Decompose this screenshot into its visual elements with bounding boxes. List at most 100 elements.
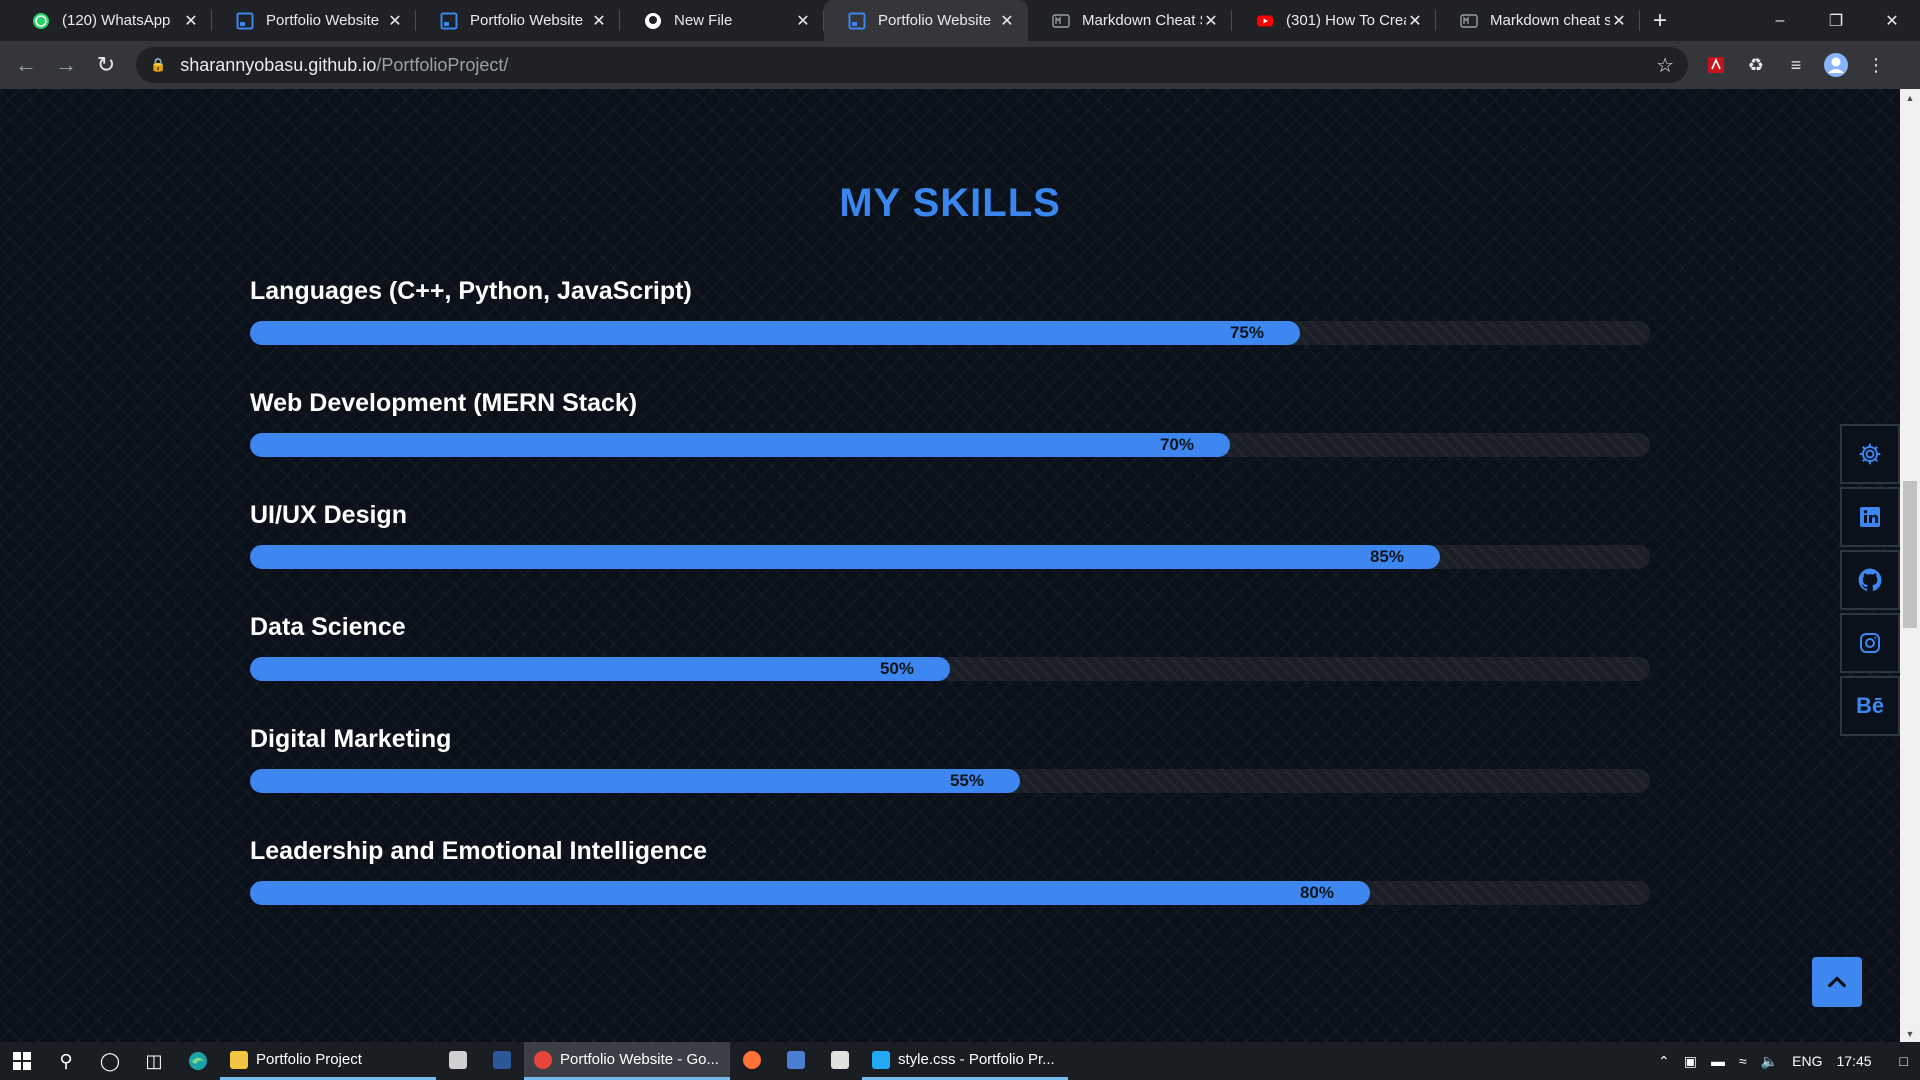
windows-start-icon[interactable]: [0, 1042, 44, 1080]
scroll-down-arrow-icon[interactable]: ▼: [1900, 1025, 1920, 1042]
browser-tab[interactable]: (120) WhatsApp ✕: [8, 0, 212, 41]
page-scrollbar[interactable]: ▲ ▼: [1900, 89, 1920, 1042]
taskbar-app-label: Portfolio Website - Go...: [560, 1051, 719, 1068]
browser-tab[interactable]: New File ✕: [620, 0, 824, 41]
close-window-button[interactable]: ✕: [1864, 0, 1920, 41]
forward-button[interactable]: →: [46, 45, 86, 85]
clock[interactable]: 17:45: [1836, 1053, 1871, 1069]
window-controls: – ❐ ✕: [1752, 0, 1920, 41]
tab-title: Portfolio Website: [470, 12, 584, 29]
app-icon: [787, 1050, 805, 1069]
browser-tab[interactable]: Portfolio Website ✕: [416, 0, 620, 41]
taskbar-app[interactable]: [480, 1042, 524, 1080]
social-sidebar: Bē: [1840, 424, 1900, 739]
skill-label: Leadership and Emotional Intelligence: [250, 837, 708, 865]
back-button[interactable]: ←: [6, 45, 46, 85]
skill-item: Leadership and Emotional Intelligence 80%: [250, 835, 1650, 905]
media-control-icon[interactable]: ≡: [1776, 45, 1816, 85]
close-tab-icon[interactable]: ✕: [1406, 11, 1424, 31]
markdown-icon: [1052, 12, 1070, 30]
page-content: MY SKILLS Languages (C++, Python, JavaSc…: [0, 89, 1900, 1042]
behance-button[interactable]: Bē: [1840, 676, 1900, 736]
tab-list: (120) WhatsApp ✕ Portfolio Website ✕ Portfol…: [8, 0, 1640, 41]
lock-icon: 🔒: [150, 57, 167, 72]
close-tab-icon[interactable]: ✕: [590, 11, 608, 31]
skill-percent: 70%: [1159, 435, 1194, 454]
close-tab-icon[interactable]: ✕: [794, 11, 812, 31]
language-indicator[interactable]: ENG: [1792, 1053, 1822, 1069]
volume-icon[interactable]: 🔈: [1761, 1053, 1778, 1070]
skill-percent: 85%: [1369, 547, 1404, 566]
taskbar-apps: Portfolio Project Portfolio Website - Go.…: [220, 1042, 1068, 1080]
close-tab-icon[interactable]: ✕: [1610, 11, 1628, 31]
bookmark-star-icon[interactable]: ☆: [1656, 53, 1674, 78]
skill-label: Data Science: [250, 613, 406, 641]
acrobat-extension-icon[interactable]: [1696, 45, 1736, 85]
linkedin-button[interactable]: [1840, 487, 1900, 547]
meet-now-icon[interactable]: ▣: [1684, 1053, 1697, 1070]
instagram-button[interactable]: [1840, 613, 1900, 673]
taskbar-app[interactable]: [774, 1042, 818, 1080]
browser-menu-icon[interactable]: ⋮: [1856, 45, 1896, 85]
browser-tab[interactable]: Markdown cheat sheet✕: [1436, 0, 1640, 41]
address-bar[interactable]: 🔒 sharannyobasu.github.io /PortfolioProj…: [136, 47, 1688, 83]
github-button[interactable]: [1840, 550, 1900, 610]
vscode-icon: [872, 1050, 890, 1069]
back-to-top-button[interactable]: [1812, 957, 1862, 1007]
browser-tab[interactable]: Portfolio Website ✕: [824, 0, 1028, 41]
browser-tab[interactable]: Portfolio Website ✕: [212, 0, 416, 41]
extensions-puzzle-icon[interactable]: ♻: [1736, 45, 1776, 85]
skill-label: UI/UX Design: [250, 501, 407, 529]
reload-button[interactable]: ↻: [86, 45, 126, 85]
skill-item: Data Science 50%: [250, 611, 1650, 681]
minimize-button[interactable]: –: [1752, 0, 1808, 41]
profile-avatar[interactable]: [1816, 45, 1856, 85]
close-tab-icon[interactable]: ✕: [1202, 11, 1220, 31]
behance-icon: Bē: [1855, 693, 1885, 718]
browser-tab[interactable]: (301) How To Create✕: [1232, 0, 1436, 41]
github-icon: [1858, 568, 1882, 591]
new-tab-button[interactable]: +: [1640, 0, 1680, 41]
taskbar-app[interactable]: [436, 1042, 480, 1080]
wifi-icon[interactable]: ≈: [1739, 1053, 1747, 1069]
instagram-icon: [1860, 633, 1880, 653]
close-tab-icon[interactable]: ✕: [998, 11, 1016, 31]
scrollbar-thumb[interactable]: [1903, 481, 1917, 628]
close-tab-icon[interactable]: ✕: [182, 11, 200, 31]
tab-title: New File: [674, 12, 733, 29]
taskbar-app[interactable]: Portfolio Project: [220, 1042, 436, 1080]
close-tab-icon[interactable]: ✕: [386, 11, 404, 31]
skill-label: Digital Marketing: [250, 725, 452, 753]
taskbar-app[interactable]: [730, 1042, 774, 1080]
skill-item: Digital Marketing 55%: [250, 723, 1650, 793]
markdown-icon: [1460, 12, 1478, 30]
youtube-icon: [1256, 12, 1274, 30]
search-icon[interactable]: ⚲: [44, 1042, 88, 1080]
skill-label: Languages (C++, Python, JavaScript): [250, 277, 692, 305]
notifications-icon[interactable]: □: [1900, 1053, 1908, 1069]
tab-title: Portfolio Website: [878, 12, 992, 29]
settings-button[interactable]: [1840, 424, 1900, 484]
task-view-icon[interactable]: ◫: [132, 1042, 176, 1080]
battery-icon[interactable]: ▬: [1711, 1053, 1725, 1069]
taskbar-app[interactable]: Portfolio Website - Go...: [524, 1042, 730, 1080]
skill-progress-track: 85%: [250, 545, 1650, 569]
taskbar-app[interactable]: [818, 1042, 862, 1080]
edge-browser-icon[interactable]: [176, 1042, 220, 1080]
gear-icon: [1859, 443, 1881, 465]
browser-tab-strip: (120) WhatsApp ✕ Portfolio Website ✕ Portfol…: [0, 0, 1920, 41]
chrome-icon: [534, 1050, 552, 1069]
taskbar-app[interactable]: style.css - Portfolio Pr...: [862, 1042, 1068, 1080]
page-icon: [848, 12, 866, 30]
tray-chevron-up-icon[interactable]: ⌃: [1658, 1053, 1670, 1070]
skill-percent: 55%: [949, 771, 984, 790]
page-icon: [440, 12, 458, 30]
cortana-icon[interactable]: ◯: [88, 1042, 132, 1080]
address-host: sharannyobasu.github.io: [180, 54, 377, 75]
skill-progress-track: 75%: [250, 321, 1650, 345]
scroll-up-arrow-icon[interactable]: ▲: [1900, 89, 1920, 106]
skill-progress-fill: 50%: [250, 657, 950, 681]
browser-tab[interactable]: Markdown Cheat Sheet✕: [1028, 0, 1232, 41]
tab-title: (120) WhatsApp: [62, 12, 171, 29]
restore-button[interactable]: ❐: [1808, 0, 1864, 41]
